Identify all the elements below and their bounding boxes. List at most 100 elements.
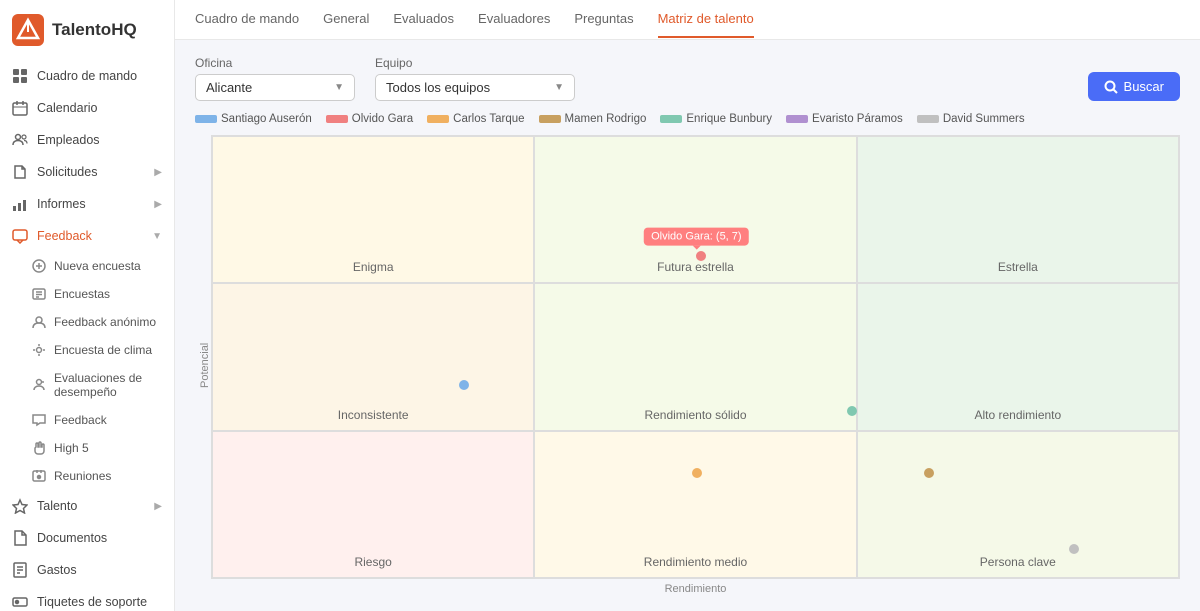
cell-rendimiento-medio: Rendimiento medio [534,431,856,578]
sidebar-label-calendario: Calendario [37,101,97,115]
sub-nueva-encuesta[interactable]: Nueva encuesta [0,252,174,280]
legend-dot-0 [195,115,217,123]
matrix-chart: Potencial Enigma Futura estrella Estrell… [195,135,1180,595]
office-select[interactable]: Alicante ▼ [195,74,355,101]
legend-label-2: Carlos Tarque [453,113,524,125]
people-icon [12,132,28,148]
clima-icon [32,343,46,357]
legend-dot-5 [786,115,808,123]
cell-label-solido: Rendimiento sólido [644,408,746,422]
feedback-arrow: ▼ [152,231,162,242]
cell-futura-estrella: Futura estrella [534,136,856,283]
data-point-olvido[interactable]: Olvido Gara: (5, 7) [696,251,706,261]
list-icon [32,287,46,301]
sidebar-item-empleados[interactable]: Empleados [0,124,174,156]
team-label: Equipo [375,56,575,70]
team-select[interactable]: Todos los equipos ▼ [375,74,575,101]
legend-dot-4 [660,115,682,123]
sidebar-item-informes[interactable]: Informes ▶ [0,188,174,220]
sidebar-item-calendario[interactable]: Calendario [0,92,174,124]
sub-encuesta-clima[interactable]: Encuesta de clima [0,336,174,364]
legend-dot-3 [539,115,561,123]
data-point-carlos1[interactable] [692,468,702,478]
data-point-david[interactable] [1069,544,1079,554]
sub-evaluaciones[interactable]: Evaluaciones de desempeño [0,364,174,406]
plus-icon [32,259,46,273]
sub-label-nueva: Nueva encuesta [54,259,141,273]
sidebar-item-documentos[interactable]: Documentos [0,522,174,554]
sidebar-item-solicitudes[interactable]: Solicitudes ▶ [0,156,174,188]
cell-label-riesgo: Riesgo [354,555,391,569]
tab-cuadro[interactable]: Cuadro de mando [195,1,299,38]
search-icon [1104,80,1118,94]
sidebar-label-documentos: Documentos [37,531,107,545]
sidebar: TalentoHQ Cuadro de mando Calendario Emp… [0,0,175,611]
data-point-santiago[interactable] [459,380,469,390]
ticket-icon [12,594,28,610]
cell-inconsistente: Inconsistente [212,283,534,430]
sub-feedback-anonimo[interactable]: Feedback anónimo [0,308,174,336]
legend-label-1: Olvido Gara [352,113,413,125]
data-point-enrique[interactable] [847,406,857,416]
document-icon [12,530,28,546]
cell-label-persona: Persona clave [980,555,1056,569]
cell-label-futura: Futura estrella [657,260,734,274]
team-filter: Equipo Todos los equipos ▼ [375,56,575,101]
data-point-mamen[interactable] [924,468,934,478]
sidebar-item-talento[interactable]: Talento ▶ [0,490,174,522]
chart-legend: Santiago Auserón Olvido Gara Carlos Tarq… [195,113,1180,125]
sub-encuestas[interactable]: Encuestas [0,280,174,308]
team-value: Todos los equipos [386,80,490,95]
sidebar-item-gastos[interactable]: Gastos [0,554,174,586]
legend-label-0: Santiago Auserón [221,113,312,125]
search-button[interactable]: Buscar [1088,72,1180,101]
sidebar-label-tiquetes: Tiquetes de soporte [37,595,147,609]
sidebar-item-cuadro[interactable]: Cuadro de mando [0,60,174,92]
anon-icon [32,315,46,329]
meeting-icon [32,469,46,483]
cell-label-enigma: Enigma [353,260,394,274]
sidebar-item-feedback[interactable]: Feedback ▼ [0,220,174,252]
cell-label-alto: Alto rendimiento [974,408,1061,422]
team-arrow: ▼ [554,82,564,93]
legend-item-0: Santiago Auserón [195,113,312,125]
legend-item-3: Mamen Rodrigo [539,113,647,125]
feedback-sub-icon [32,413,46,427]
sub-label-encuestas: Encuestas [54,287,110,301]
legend-item-4: Enrique Bunbury [660,113,772,125]
legend-label-4: Enrique Bunbury [686,113,772,125]
content-area: Oficina Alicante ▼ Equipo Todos los equi… [175,40,1200,611]
cell-persona-clave: Persona clave [857,431,1179,578]
legend-dot-2 [427,115,449,123]
chart-icon [12,196,28,212]
legend-item-6: David Summers [917,113,1025,125]
office-arrow: ▼ [334,82,344,93]
grid-icon [12,68,28,84]
tab-evaluadores[interactable]: Evaluadores [478,1,550,38]
solicitudes-arrow: ▶ [154,167,162,178]
sub-reuniones[interactable]: Reuniones [0,462,174,490]
talento-arrow: ▶ [154,501,162,512]
tab-general[interactable]: General [323,1,369,38]
tab-evaluados[interactable]: Evaluados [393,1,454,38]
sub-high5[interactable]: High 5 [0,434,174,462]
sub-label-evaluaciones: Evaluaciones de desempeño [54,371,162,399]
sidebar-label-informes: Informes [37,197,86,211]
eval-icon [32,378,46,392]
matrix-area: Enigma Futura estrella Estrella Inconsis… [211,135,1180,595]
cell-riesgo: Riesgo [212,431,534,578]
sidebar-label-empleados: Empleados [37,133,100,147]
tab-matriz[interactable]: Matriz de talento [658,1,754,38]
logo-icon [12,14,44,46]
legend-item-1: Olvido Gara [326,113,413,125]
sidebar-item-tiquetes[interactable]: Tiquetes de soporte [0,586,174,611]
feedback-submenu: Nueva encuesta Encuestas Feedback anónim… [0,252,174,490]
logo-hq: HQ [111,20,137,39]
sidebar-label-talento: Talento [37,499,77,513]
logo: TalentoHQ [0,0,174,60]
message-icon [12,228,28,244]
search-label: Buscar [1124,79,1164,94]
star-icon [12,498,28,514]
tab-preguntas[interactable]: Preguntas [574,1,633,38]
sub-feedback[interactable]: Feedback [0,406,174,434]
